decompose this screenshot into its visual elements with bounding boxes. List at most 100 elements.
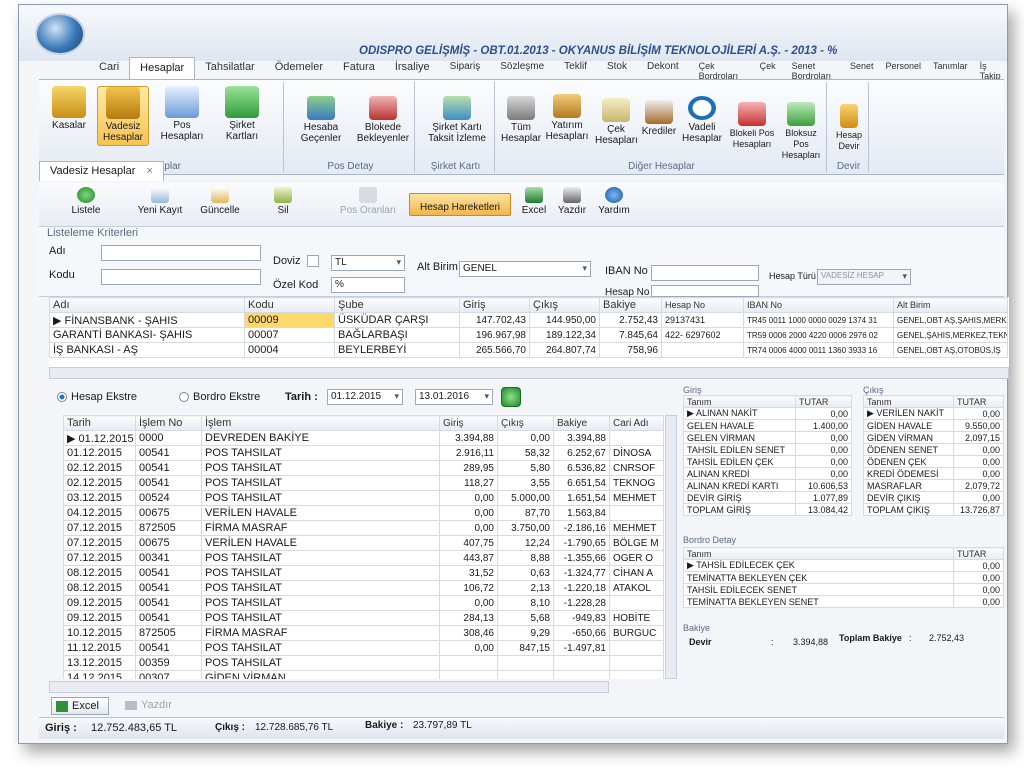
table-row[interactable]: ÖDENEN ÇEK 0,00 xyxy=(863,455,1004,468)
col-islem[interactable]: İşlem xyxy=(201,415,440,431)
app-logo-icon[interactable] xyxy=(35,13,85,55)
statement-hscrollbar[interactable] xyxy=(49,681,609,693)
sirket-karti-taksit-button[interactable]: Şirket Kartı Taksit İzleme xyxy=(421,96,493,144)
tab-fatura[interactable]: Fatura xyxy=(333,57,385,79)
vadesiz-hesaplar-button[interactable]: Vadesiz Hesaplar xyxy=(97,86,149,146)
table-row[interactable]: ▶ TAHSİL EDİLECEK ÇEK 0,00 xyxy=(683,559,1004,572)
listele-button[interactable]: Listele xyxy=(61,187,111,216)
table-row[interactable]: 02.12.2015 00541 POS TAHSILAT 289,95 5,80 6.5… xyxy=(63,460,664,476)
yazdir-button[interactable]: Yazdır xyxy=(555,187,589,216)
alt-birim-select[interactable]: GENEL xyxy=(459,261,591,277)
col-alt-birim[interactable]: Alt Birim xyxy=(893,297,1008,313)
iban-input[interactable] xyxy=(651,265,759,281)
table-row[interactable]: TAHSİL EDİLECEK SENET 0,00 xyxy=(683,583,1004,596)
guncelle-button[interactable]: Güncelle xyxy=(195,187,245,216)
doviz-select[interactable]: TL xyxy=(331,255,405,271)
table-row[interactable]: 10.12.2015 872505 FİRMA MASRAF 308,46 9,29 -6… xyxy=(63,625,664,641)
table-row[interactable]: TEMİNATTA BEKLEYEN ÇEK 0,00 xyxy=(683,571,1004,584)
col-islem-no[interactable]: İşlem No xyxy=(135,415,202,431)
tum-hesaplar-button[interactable]: Tüm Hesaplar xyxy=(501,96,541,144)
tab-personel[interactable]: Personel xyxy=(880,57,928,79)
hesap-hareketleri-button[interactable]: Hesap Hareketleri xyxy=(409,193,511,216)
tab-senet-bordrolari[interactable]: Senet Bordroları xyxy=(786,57,844,81)
table-row[interactable]: 13.12.2015 00359 POS TAHSILAT xyxy=(63,655,664,671)
table-row[interactable]: 01.12.2015 00541 POS TAHSILAT 2.916,11 58,32… xyxy=(63,445,664,461)
col-kodu[interactable]: Kodu xyxy=(244,297,335,313)
col-cikis[interactable]: Çıkış xyxy=(529,297,600,313)
hesap-ekstre-radio[interactable]: Hesap Ekstre xyxy=(57,391,137,403)
table-row[interactable]: ▶ FİNANSBANK - ŞAHIS 00009 ÜSKÜDAR ÇARŞI… xyxy=(49,312,1008,328)
tab-tahsilatlar[interactable]: Tahsilatlar xyxy=(195,57,265,79)
col-iban-no[interactable]: IBAN No xyxy=(743,297,894,313)
table-row[interactable]: TOPLAM ÇIKIŞ 13.726,87 xyxy=(863,503,1004,516)
table-row[interactable]: 07.12.2015 00675 VERİLEN HAVALE 407,75 12,24… xyxy=(63,535,664,551)
doviz-checkbox[interactable] xyxy=(307,255,319,267)
col-giris[interactable]: Giriş xyxy=(439,415,498,431)
doc-tab-vadesiz-hesaplar[interactable]: Vadesiz Hesaplar × xyxy=(39,161,164,181)
sirket-kartlari-button[interactable]: Şirket Kartları xyxy=(215,86,269,142)
table-row[interactable]: TOPLAM GİRİŞ 13.084,42 xyxy=(683,503,852,516)
table-row[interactable]: 08.12.2015 00541 POS TAHSILAT 31,52 0,63 -1.3… xyxy=(63,565,664,581)
tab-irsaliye[interactable]: İrsaliye xyxy=(385,57,440,79)
tab-hesaplar[interactable]: Hesaplar xyxy=(129,57,196,79)
table-row[interactable]: ▶ VERİLEN NAKİT 0,00 xyxy=(863,407,1004,420)
date-to-input[interactable]: 13.01.2016 xyxy=(415,389,493,405)
table-row[interactable]: 08.12.2015 00541 POS TAHSILAT 106,72 2,13 -1.… xyxy=(63,580,664,596)
sil-button[interactable]: Sil xyxy=(265,187,301,216)
col-bakiye[interactable]: Bakiye xyxy=(553,415,610,431)
print-button[interactable]: Yazdır xyxy=(121,697,185,715)
table-row[interactable]: TAHSİL EDİLEN SENET 0,00 xyxy=(683,443,852,456)
table-row[interactable]: ▶ 01.12.2015 0000 DEVREDEN BAKİYE 3.394,88 0… xyxy=(63,430,664,446)
table-row[interactable]: 14.12.2015 00307 GİDEN VİRMAN xyxy=(63,670,664,679)
hesap-turu-select[interactable]: VADESİZ HESAP xyxy=(817,269,911,285)
tab-tanimlar[interactable]: Tanımlar xyxy=(927,57,974,79)
table-row[interactable]: TAHSİL EDİLEN ÇEK 0,00 xyxy=(683,455,852,468)
tab-teklif[interactable]: Teklif xyxy=(554,57,597,79)
excel-button[interactable]: Excel xyxy=(519,187,549,216)
table-row[interactable]: GELEN HAVALE 1.400,00 xyxy=(683,419,852,432)
yardim-button[interactable]: Yardım xyxy=(597,187,631,216)
table-row[interactable]: 07.12.2015 872505 FİRMA MASRAF 0,00 3.750,00… xyxy=(63,520,664,536)
blokeli-pos-button[interactable]: Blokeli Pos Hesapları xyxy=(729,102,775,150)
hesap-devir-button[interactable]: Hesap Devir xyxy=(831,104,867,152)
tab-cari[interactable]: Cari xyxy=(89,57,129,79)
table-row[interactable]: 04.12.2015 00675 VERİLEN HAVALE 0,00 87,70 1.… xyxy=(63,505,664,521)
table-row[interactable]: 03.12.2015 00524 POS TAHSILAT 0,00 5.000,00 1… xyxy=(63,490,664,506)
table-row[interactable]: 11.12.2015 00541 POS TAHSILAT 0,00 847,15 -1.… xyxy=(63,640,664,656)
table-row[interactable]: 02.12.2015 00541 POS TAHSILAT 118,27 3,55 6.6… xyxy=(63,475,664,491)
table-row[interactable]: İŞ BANKASI - AŞ 00004 BEYLERBEYİ 265.566… xyxy=(49,342,1008,358)
tab-odemeler[interactable]: Ödemeler xyxy=(265,57,333,79)
tab-stok[interactable]: Stok xyxy=(597,57,637,79)
adi-input[interactable] xyxy=(101,245,261,261)
date-from-input[interactable]: 01.12.2015 xyxy=(327,389,403,405)
bordro-ekstre-radio[interactable]: Bordro Ekstre xyxy=(179,391,260,403)
col-adi[interactable]: Adı xyxy=(49,297,245,313)
bank-grid-scrollbar[interactable] xyxy=(49,367,1009,379)
col-tarih[interactable]: Tarih xyxy=(63,415,136,431)
table-row[interactable]: 09.12.2015 00541 POS TAHSILAT 284,13 5,68 -94… xyxy=(63,610,664,626)
kasalar-button[interactable]: Kasalar xyxy=(45,86,93,131)
tab-sozlesme[interactable]: Sözleşme xyxy=(490,57,554,79)
table-row[interactable]: DEVİR GİRİŞ 1.077,89 xyxy=(683,491,852,504)
table-row[interactable]: ÖDENEN SENET 0,00 xyxy=(863,443,1004,456)
pos-hesaplari-button[interactable]: Pos Hesapları xyxy=(155,86,209,142)
table-row[interactable]: GELEN VİRMAN 0,00 xyxy=(683,431,852,444)
table-row[interactable]: 07.12.2015 00341 POS TAHSILAT 443,87 8,88 -1.… xyxy=(63,550,664,566)
bloksuz-pos-button[interactable]: Bloksuz Pos Hesapları xyxy=(777,102,825,161)
tab-is-takip[interactable]: İş Takip xyxy=(974,57,1007,81)
table-row[interactable]: ALINAN KREDİ 0,00 xyxy=(683,467,852,480)
table-row[interactable]: MASRAFLAR 2.079,72 xyxy=(863,479,1004,492)
pos-oranlari-button[interactable]: Pos Oranları xyxy=(335,187,401,216)
tab-cek-bordrolari[interactable]: Çek Bordroları xyxy=(689,57,750,81)
close-icon[interactable]: × xyxy=(146,165,152,177)
yatirim-hesaplari-button[interactable]: Yatırım Hesapları xyxy=(543,94,591,142)
table-row[interactable]: TEMİNATTA BEKLEYEN SENET 0,00 xyxy=(683,595,1004,608)
yeni-kayit-button[interactable]: Yeni Kayıt xyxy=(131,187,189,216)
col-sube[interactable]: Şube xyxy=(334,297,460,313)
tab-cek[interactable]: Çek xyxy=(750,57,786,79)
kodu-input[interactable] xyxy=(101,269,261,285)
tab-senet[interactable]: Senet xyxy=(844,57,880,79)
col-giris[interactable]: Giriş xyxy=(459,297,530,313)
col-cari-adi[interactable]: Cari Adı xyxy=(609,415,664,431)
krediler-button[interactable]: Krediler xyxy=(639,100,679,137)
